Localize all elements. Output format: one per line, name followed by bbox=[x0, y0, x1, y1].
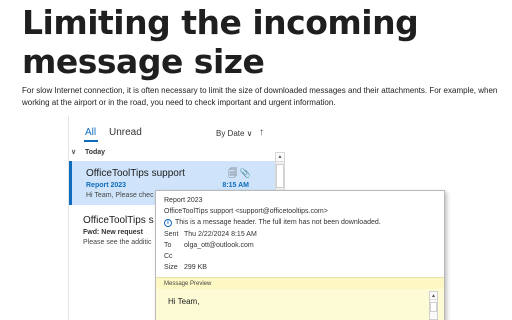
message-sender: OfficeToolTips support bbox=[86, 168, 185, 179]
popup-row-value: olga_ott@outlook.com bbox=[184, 242, 254, 249]
page-title-line-1: Limiting the incoming bbox=[22, 3, 419, 42]
message-preview-label: Message Preview bbox=[156, 277, 444, 289]
message-preview: Hi Team, Please chec bbox=[86, 192, 154, 199]
popup-from: OfficeToolTips support <support@officeto… bbox=[164, 208, 328, 215]
message-preview: Please see the additic bbox=[83, 239, 152, 246]
intro-paragraph: For slow Internet connection, it is ofte… bbox=[22, 86, 498, 107]
message-time: 8:15 AM bbox=[222, 182, 249, 189]
popup-row-label: To bbox=[164, 242, 172, 249]
message-header-popup: Report 2023 OfficeToolTips support <supp… bbox=[155, 190, 445, 320]
popup-subject: Report 2023 bbox=[164, 197, 203, 204]
message-subject: Report 2023 bbox=[86, 182, 127, 189]
scroll-thumb[interactable] bbox=[276, 164, 284, 188]
popup-row-value: 299 KB bbox=[184, 264, 207, 271]
popup-row-size: Size 299 KB bbox=[164, 264, 207, 271]
chevron-down-icon: ∨ bbox=[71, 149, 77, 156]
popup-info-line: i This is a message header. The full item… bbox=[164, 219, 381, 227]
tab-all[interactable]: All bbox=[85, 127, 96, 138]
preview-scrollbar[interactable]: ▲ bbox=[429, 291, 438, 320]
info-icon: i bbox=[164, 219, 172, 227]
message-sender: OfficeToolTips s bbox=[83, 215, 154, 226]
scroll-up-icon[interactable]: ▲ bbox=[276, 153, 284, 162]
popup-row-to: To olga_ott@outlook.com bbox=[164, 242, 254, 249]
popup-row-label: Size bbox=[164, 264, 178, 271]
page-title: Limiting the incoming message size bbox=[22, 3, 492, 81]
group-label: Today bbox=[84, 149, 106, 156]
download-and-attachment-icon: 🗐 📎 bbox=[228, 168, 251, 178]
popup-row-value: Thu 2/22/2024 8:15 AM bbox=[184, 231, 257, 238]
group-header-today[interactable]: ∨ Today bbox=[71, 148, 271, 160]
popup-row-sent: Sent Thu 2/22/2024 8:15 AM bbox=[164, 231, 257, 238]
filter-tabs: All Unread By Date ∨ ↑ bbox=[69, 124, 287, 146]
sort-direction-icon[interactable]: ↑ bbox=[259, 127, 264, 138]
scroll-up-icon[interactable]: ▲ bbox=[430, 292, 437, 300]
popup-row-label: Sent bbox=[164, 231, 179, 238]
popup-row-label: Cc bbox=[164, 253, 173, 260]
popup-row-cc: Cc bbox=[164, 253, 184, 260]
tab-all-indicator bbox=[84, 140, 98, 142]
sort-by-date-dropdown[interactable]: By Date ∨ bbox=[216, 129, 253, 138]
page-title-line-2: message size bbox=[22, 42, 265, 81]
message-preview-body: Hi Team, ▲ bbox=[156, 289, 444, 320]
tab-unread[interactable]: Unread bbox=[109, 127, 142, 138]
popup-info-text: This is a message header. The full item … bbox=[175, 219, 381, 226]
scroll-thumb[interactable] bbox=[430, 302, 437, 312]
message-subject: Fwd: New request bbox=[83, 229, 143, 236]
message-preview-text: Hi Team, bbox=[168, 297, 200, 306]
